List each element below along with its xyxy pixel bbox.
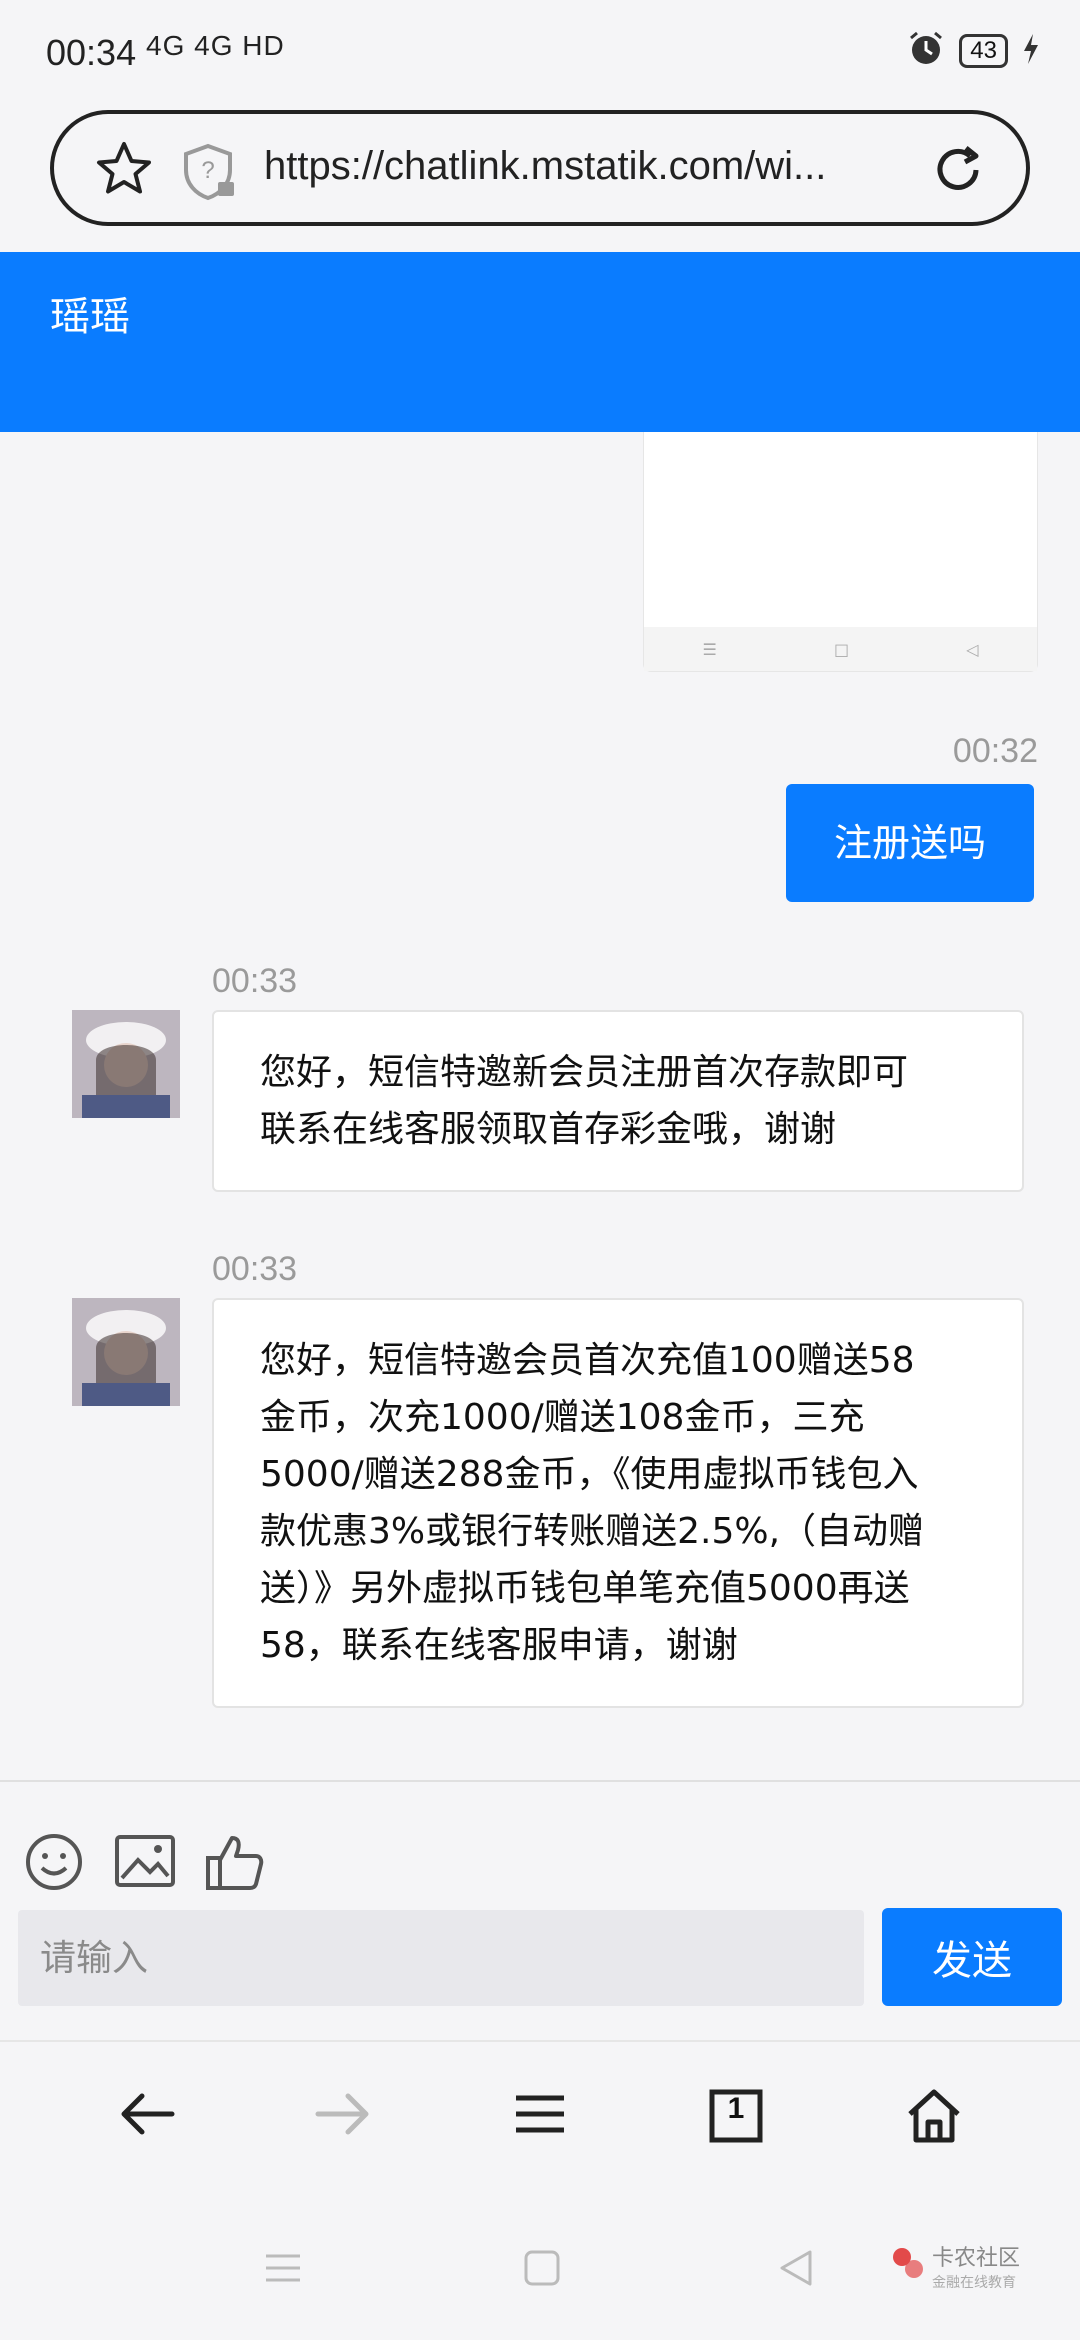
- message-input[interactable]: [18, 1910, 864, 2006]
- star-icon[interactable]: [94, 140, 154, 202]
- status-right: 43: [907, 30, 1040, 72]
- alarm-icon: [907, 30, 945, 72]
- watermark-subtext: 金融在线教育: [931, 2275, 1016, 2291]
- back-icon[interactable]: [776, 2248, 816, 2292]
- watermark-text: 卡农社区: [931, 2246, 1020, 2271]
- message-time: 00:33: [212, 962, 298, 1000]
- tabs-button[interactable]: 1: [708, 2088, 764, 2148]
- message-line: 联系在线客服领取首存彩金哦，谢谢: [260, 1109, 837, 1150]
- message-line: 金币，次充1000/赠送108金币，三充: [260, 1397, 865, 1438]
- status-bar: 00:34 4G 4G HD 43: [0, 0, 1080, 100]
- message-list[interactable]: ☰ □ ◁ 00:32 注册送吗 00:33 您好，短信特邀新会员注册首次存款即…: [0, 432, 1080, 1780]
- message-line: 您好，短信特邀会员首次充值100赠送58: [260, 1340, 915, 1381]
- menu-icon[interactable]: [512, 2088, 568, 2144]
- reload-icon[interactable]: [930, 142, 986, 202]
- composer: 发送: [0, 1780, 1080, 2040]
- avatar[interactable]: [72, 1010, 180, 1118]
- back-arrow-icon[interactable]: [116, 2088, 176, 2144]
- image-icon[interactable]: [114, 1832, 176, 1894]
- message-line: 送）》另外虚拟币钱包单笔充值5000再送: [260, 1568, 910, 1609]
- forward-arrow-icon[interactable]: [314, 2088, 374, 2144]
- watermark-logo-icon: [890, 2245, 926, 2287]
- avatar[interactable]: [72, 1298, 180, 1406]
- chat-header: 瑶瑶: [0, 252, 1080, 432]
- battery-indicator: 43: [959, 34, 1008, 68]
- url-text[interactable]: https://chatlink.mstatik.com/wi...: [264, 144, 944, 189]
- svg-text:?: ?: [201, 157, 214, 184]
- system-nav: 卡农社区 金融在线教育: [0, 2210, 1080, 2340]
- incoming-message[interactable]: 您好，短信特邀会员首次充值100赠送58 金币，次充1000/赠送108金币，三…: [212, 1298, 1024, 1708]
- charging-icon: [1022, 34, 1040, 68]
- outgoing-message[interactable]: 注册送吗: [785, 784, 1034, 902]
- message-line: 您好，短信特邀新会员注册首次存款即可: [260, 1052, 909, 1093]
- signal-indicator: 4G 4G HD: [146, 30, 285, 61]
- incoming-message[interactable]: 您好，短信特邀新会员注册首次存款即可 联系在线客服领取首存彩金哦，谢谢: [212, 1010, 1024, 1192]
- address-bar[interactable]: ? https://chatlink.mstatik.com/wi...: [50, 110, 1030, 226]
- recent-apps-icon[interactable]: [262, 2248, 304, 2292]
- back-triangle-icon: ◁: [966, 639, 979, 659]
- home-button-icon[interactable]: [522, 2248, 562, 2292]
- square-icon: □: [833, 639, 850, 659]
- shield-icon[interactable]: ?: [182, 142, 238, 206]
- image-nav-strip: ☰ □ ◁: [644, 627, 1037, 671]
- image-message[interactable]: ☰ □ ◁: [643, 432, 1038, 672]
- contact-name: 瑶瑶: [50, 294, 130, 340]
- thumbs-up-icon[interactable]: [204, 1832, 266, 1896]
- status-time: 00:34: [46, 32, 137, 73]
- home-icon[interactable]: [904, 2088, 964, 2148]
- send-button[interactable]: 发送: [882, 1908, 1062, 2006]
- watermark: 卡农社区 金融在线教育: [890, 2240, 1020, 2292]
- message-line: 5000/赠送288金币，《使用虚拟币钱包入: [260, 1454, 919, 1495]
- message-time: 00:32: [952, 732, 1038, 770]
- message-time: 00:33: [212, 1250, 298, 1288]
- menu-icon: ☰: [702, 639, 717, 659]
- message-line: 58，联系在线客服申请，谢谢: [260, 1625, 738, 1666]
- browser-toolbar: 1: [0, 2040, 1080, 2210]
- tab-count: 1: [727, 2092, 745, 2125]
- message-line: 款优惠3%或银行转账赠送2.5%,（自动赠: [260, 1511, 925, 1552]
- emoji-icon[interactable]: [24, 1832, 84, 1896]
